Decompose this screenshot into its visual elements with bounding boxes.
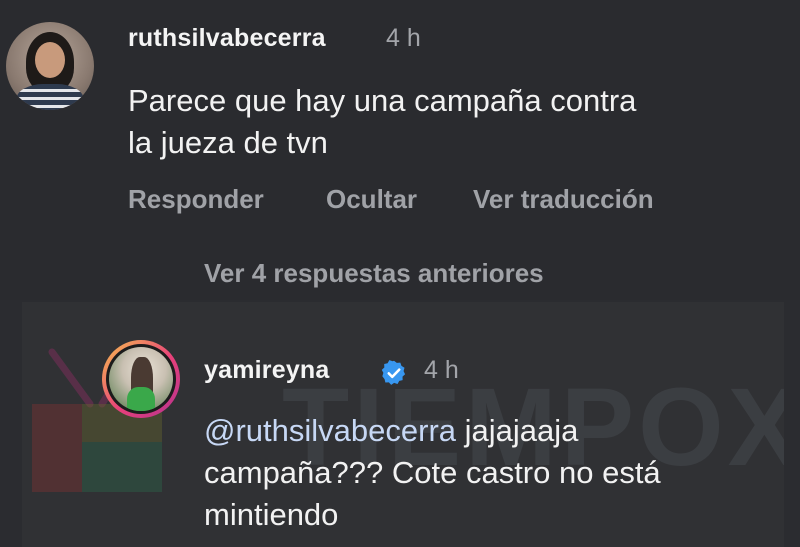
- reply-mention-link[interactable]: @ruthsilvabecerra: [204, 413, 456, 448]
- avatar-shirt: [16, 84, 84, 110]
- reply-text-line-3: mintiendo: [204, 497, 339, 532]
- reply-timestamp: 4 h: [424, 356, 459, 384]
- comment-text-line-2: la jueza de tvn: [128, 125, 328, 160]
- view-previous-replies[interactable]: Ver 4 respuestas anteriores: [204, 258, 544, 289]
- comment-timestamp: 4 h: [386, 24, 421, 52]
- reply-avatar[interactable]: [102, 340, 180, 418]
- reply-username[interactable]: yamireyna: [204, 356, 330, 385]
- avatar[interactable]: [6, 22, 94, 110]
- translate-button[interactable]: Ver traducción: [473, 184, 654, 215]
- comment-username[interactable]: ruthsilvabecerra: [128, 24, 326, 53]
- reply-button[interactable]: Responder: [128, 184, 264, 215]
- comment-text-line-1: Parece que hay una campaña contra: [128, 83, 637, 118]
- reply-text-line-2: campaña??? Cote castro no está: [204, 455, 661, 490]
- reply-text-line-1-rest: jajajaaja: [456, 413, 579, 448]
- reply-text-line-1: @ruthsilvabecerra jajajaaja: [204, 410, 578, 452]
- verified-badge-icon: [381, 360, 406, 385]
- reply-panel: TIEMPOX yamireyna 4 h @ruthsilvabecerra …: [22, 302, 784, 547]
- hide-button[interactable]: Ocultar: [326, 184, 417, 215]
- reply-avatar-photo: [109, 347, 173, 411]
- reply-avatar-inner: [106, 344, 176, 414]
- avatar-face: [35, 42, 65, 78]
- reply-avatar-dress: [127, 387, 155, 411]
